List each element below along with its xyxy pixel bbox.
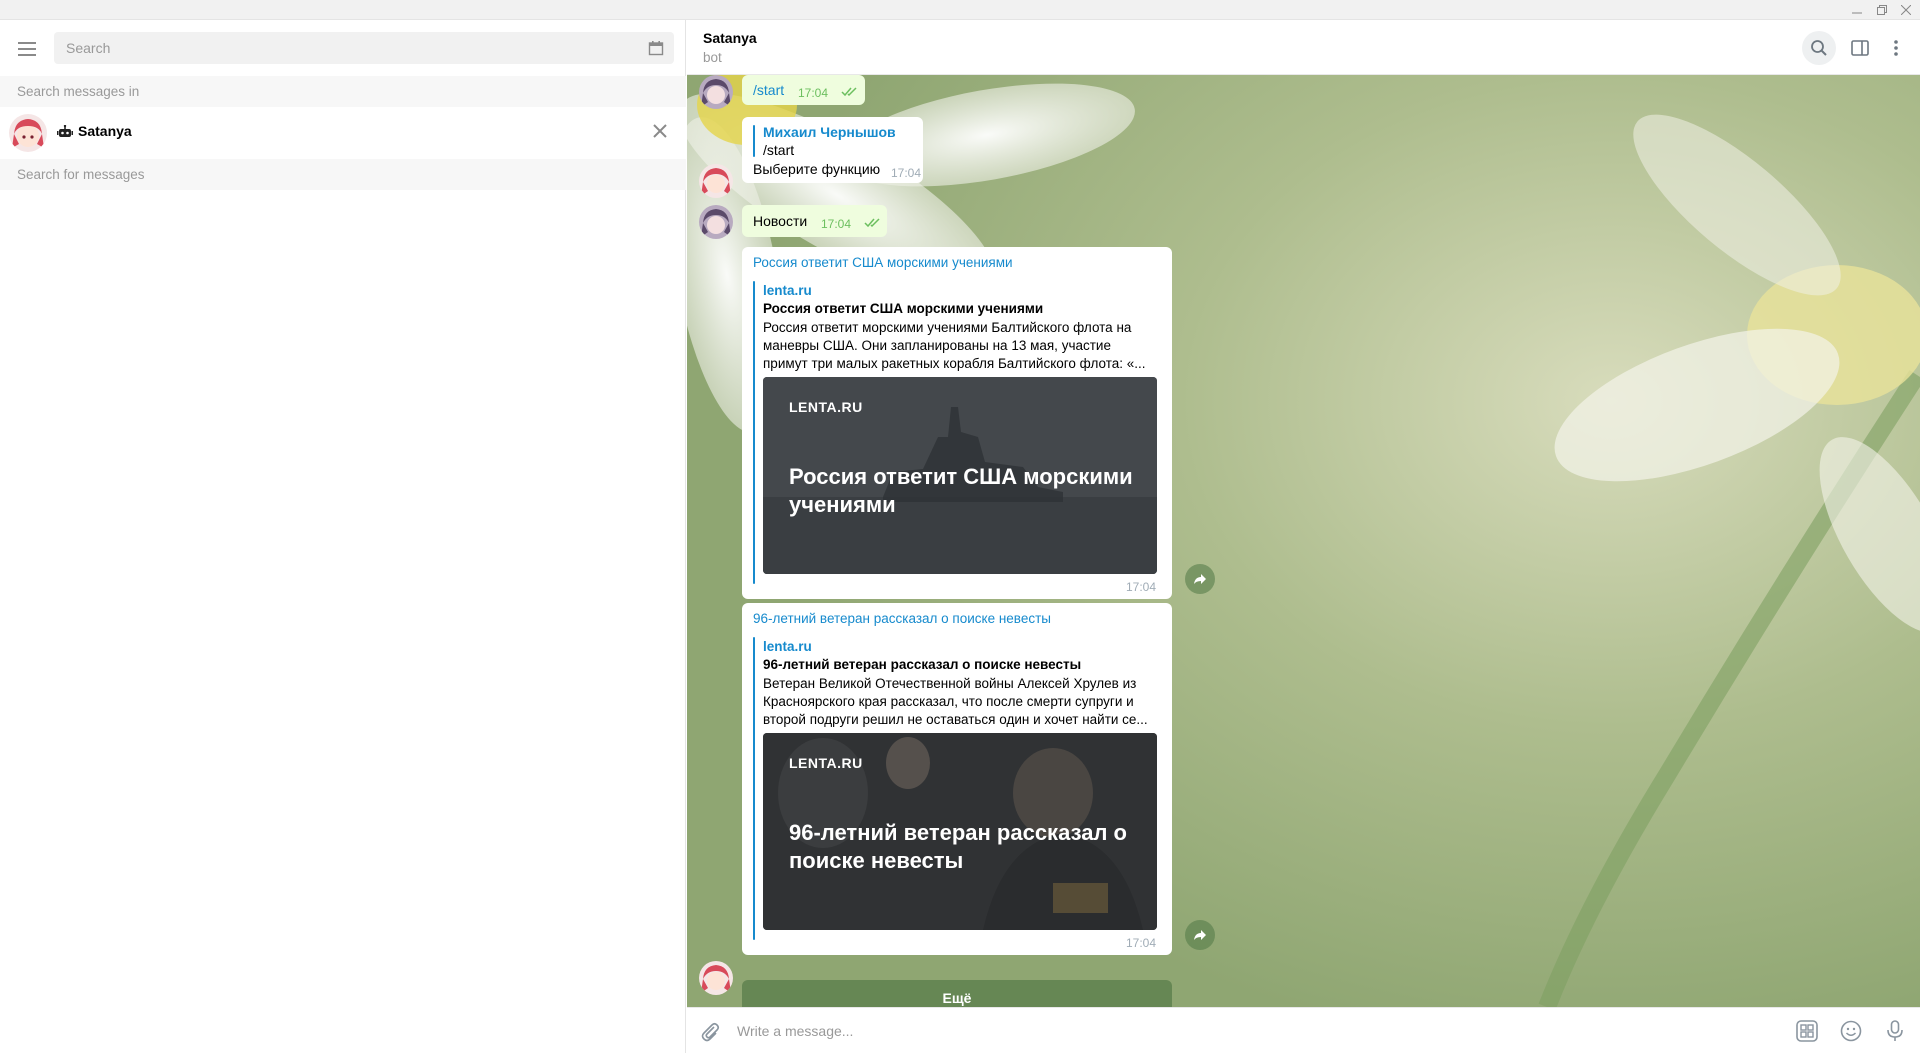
chat-name: Satanya	[78, 123, 132, 139]
image-headline: 96-летний ветеран рассказал о поиске нев…	[789, 820, 1127, 873]
reply-bar	[753, 125, 755, 157]
avatar[interactable]	[699, 961, 733, 995]
message-time: 17:04	[891, 166, 922, 180]
message-link[interactable]: 96-летний ветеран рассказал о поиске нев…	[753, 611, 1051, 626]
message-bubble-out[interactable]: Новости 17:04	[742, 205, 887, 237]
clear-filter-icon[interactable]	[650, 121, 670, 141]
message-bubble-out[interactable]: /start 17:04	[742, 75, 865, 105]
chat-title[interactable]: Satanya	[703, 30, 757, 46]
chat-background: /start 17:04 Михаил Чернышов /start Выбе…	[687, 75, 1920, 1007]
image-brand: LENTA.RU	[789, 755, 863, 771]
message-bubble-in[interactable]: Россия ответит США морскими учениями len…	[742, 247, 1172, 599]
close-icon[interactable]	[1895, 1, 1917, 19]
inline-keyboard-button[interactable]: Ещё	[742, 980, 1172, 1007]
search-icon[interactable]	[1802, 31, 1836, 65]
avatar[interactable]	[699, 205, 733, 239]
calendar-icon[interactable]	[648, 40, 664, 56]
webpage-title: Россия ответит США морскими учениями	[763, 301, 1044, 316]
search-box	[54, 32, 674, 64]
search-input[interactable]	[66, 32, 626, 64]
message-time: 17:04	[798, 86, 829, 100]
left-sidebar: Search messages in Satanya Search for me…	[0, 20, 686, 1053]
message-text: Выберите функцию	[753, 161, 881, 177]
chat-header: Satanya bot	[687, 20, 1920, 75]
webpage-preview-bar	[753, 637, 755, 940]
message-link[interactable]: Россия ответит США морскими учениями	[753, 255, 1013, 270]
chat-status: bot	[703, 50, 722, 65]
avatar[interactable]	[699, 164, 733, 198]
share-icon[interactable]	[1185, 564, 1215, 594]
read-checks-icon	[864, 218, 880, 228]
chat-panel: Satanya bot /start 17:04 Михаил Чернышов…	[687, 20, 1920, 1053]
bot-icon	[57, 124, 73, 139]
message-time: 17:04	[821, 217, 852, 231]
share-icon[interactable]	[1185, 920, 1215, 950]
webpage-image[interactable]: LENTA.RU 96-летний ветеран рассказал о п…	[763, 733, 1157, 930]
webpage-preview-bar	[753, 281, 755, 584]
hamburger-menu-icon[interactable]	[15, 37, 39, 61]
maximize-icon[interactable]	[1871, 1, 1893, 19]
search-messages-in-header: Search messages in	[0, 76, 686, 107]
webpage-site: lenta.ru	[763, 283, 812, 298]
message-composer	[687, 1007, 1920, 1053]
webpage-description: Россия ответит морскими учениями Балтийс…	[763, 320, 1146, 371]
message-bubble-in[interactable]: 96-летний ветеран рассказал о поиске нев…	[742, 603, 1172, 955]
reply-text: /start	[763, 142, 795, 158]
message-time: 17:04	[1126, 936, 1157, 950]
message-text: Новости	[753, 213, 808, 229]
image-brand: LENTA.RU	[789, 399, 863, 415]
message-time: 17:04	[1126, 580, 1157, 594]
microphone-icon[interactable]	[1883, 1019, 1907, 1043]
bot-keyboard-icon[interactable]	[1795, 1019, 1819, 1043]
search-for-messages-header: Search for messages	[0, 159, 686, 190]
window-title-bar	[0, 0, 1920, 20]
emoji-icon[interactable]	[1839, 1019, 1863, 1043]
message-bubble-in[interactable]: Михаил Чернышов /start Выберите функцию …	[742, 117, 923, 183]
minimize-icon[interactable]	[1846, 1, 1868, 19]
reply-author[interactable]: Михаил Чернышов	[763, 124, 896, 140]
chat-filter-row[interactable]: Satanya	[0, 107, 686, 159]
read-checks-icon	[841, 87, 857, 97]
avatar[interactable]	[699, 75, 733, 109]
message-text[interactable]: /start	[753, 82, 784, 98]
avatar	[9, 114, 47, 152]
webpage-title: 96-летний ветеран рассказал о поиске нев…	[763, 657, 1082, 672]
more-options-icon[interactable]	[1879, 31, 1913, 65]
webpage-site: lenta.ru	[763, 639, 812, 654]
message-input[interactable]	[737, 1016, 1737, 1046]
sidebar-toggle-icon[interactable]	[1843, 31, 1877, 65]
attach-icon[interactable]	[699, 1020, 723, 1044]
image-headline: Россия ответит США морскими учениями	[789, 464, 1133, 517]
webpage-image[interactable]: LENTA.RU Россия ответит США морскими уче…	[763, 377, 1157, 574]
webpage-description: Ветеран Великой Отечественной войны Алек…	[763, 676, 1148, 727]
